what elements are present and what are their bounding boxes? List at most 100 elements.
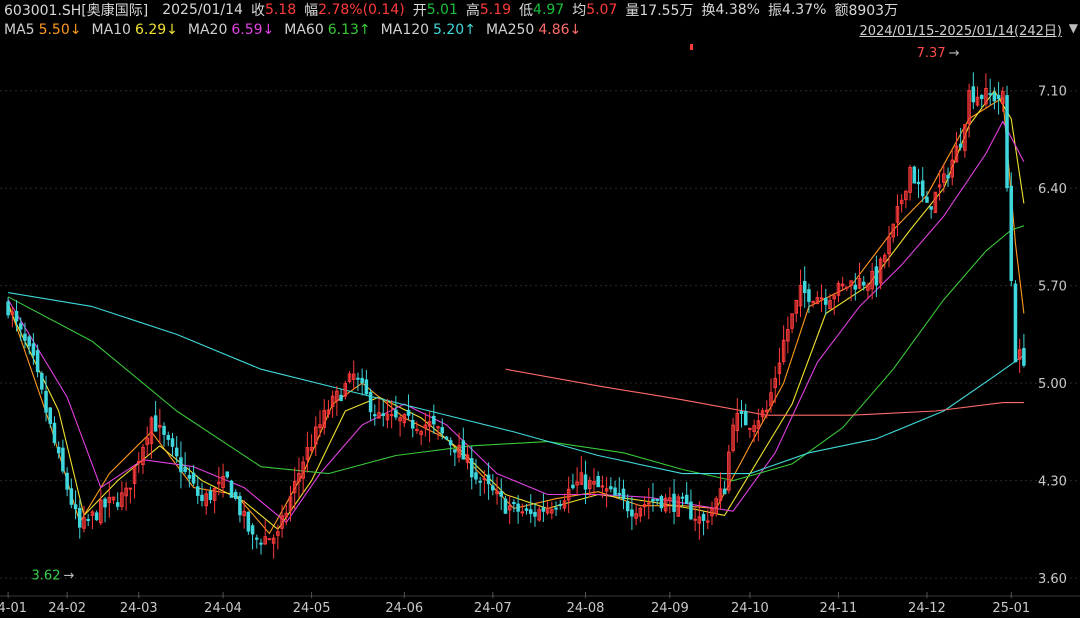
stock-code[interactable]: 603001.SH[奥康国际] bbox=[4, 0, 148, 20]
date-range-selector[interactable]: 2024/01/15-2025/01/14(242日) bbox=[859, 20, 1062, 39]
candle-down bbox=[453, 449, 457, 453]
candle-down bbox=[56, 446, 61, 454]
ma-value: 5.20↑ bbox=[433, 22, 476, 38]
candle-down bbox=[69, 488, 74, 505]
candle-down bbox=[166, 435, 171, 440]
candle-down bbox=[373, 414, 377, 417]
candle-down bbox=[596, 476, 600, 488]
ma-legend-ma120: MA120 5.20↑ bbox=[381, 22, 476, 38]
candle-down bbox=[170, 438, 175, 447]
candle-up bbox=[137, 460, 141, 463]
candle-up bbox=[647, 502, 651, 505]
extreme-label: 7.37 bbox=[917, 46, 946, 61]
candle-down bbox=[225, 471, 230, 478]
candle-down bbox=[946, 174, 950, 179]
candle-down bbox=[988, 93, 992, 96]
candle-down bbox=[208, 490, 213, 500]
candle-down bbox=[701, 513, 706, 521]
ma-legend-ma5: MA5 5.50↓ bbox=[4, 22, 81, 38]
candle-down bbox=[461, 440, 466, 460]
candle-down bbox=[229, 480, 234, 498]
candle-up bbox=[436, 426, 440, 429]
ma-value: 6.13↑ bbox=[327, 22, 371, 38]
x-tick-label: 24-04 bbox=[204, 601, 242, 616]
candle-down bbox=[512, 502, 516, 505]
high-label: 高 bbox=[465, 3, 480, 19]
amp-label: 幅 bbox=[304, 3, 319, 19]
candle-down bbox=[364, 379, 369, 395]
candle-down bbox=[259, 542, 263, 545]
candle-down bbox=[533, 511, 537, 517]
candle-down bbox=[916, 181, 921, 185]
low-label: 低 bbox=[519, 3, 534, 19]
candle-down bbox=[659, 496, 664, 509]
candle-down bbox=[920, 180, 925, 197]
candle-down bbox=[996, 95, 1001, 100]
candle-down bbox=[503, 498, 508, 514]
open-label: 开 bbox=[412, 3, 427, 19]
candle-down bbox=[853, 284, 858, 290]
candle-down bbox=[558, 504, 563, 507]
candle-down bbox=[40, 372, 44, 390]
ma-line-ma20 bbox=[7, 120, 1025, 523]
candle-down bbox=[14, 311, 19, 322]
candle-down bbox=[162, 425, 166, 435]
y-tick-label: 6.40 bbox=[1038, 182, 1067, 197]
candle-down bbox=[992, 92, 997, 102]
ma-line-ma5 bbox=[7, 97, 1025, 535]
quote-header: 603001.SH[奥康国际] 2025/01/14 收 5.18 幅 2.78… bbox=[4, 0, 898, 20]
candle-down bbox=[444, 436, 449, 440]
candle-down bbox=[979, 94, 984, 100]
swing-label: 振 bbox=[767, 3, 782, 19]
candle-down bbox=[680, 496, 685, 499]
candle-down bbox=[1013, 283, 1018, 363]
y-tick-label: 5.70 bbox=[1038, 280, 1067, 295]
candle-down bbox=[469, 458, 474, 478]
extreme-arrow: → bbox=[64, 568, 75, 583]
candle-down bbox=[86, 518, 90, 521]
candle-down bbox=[191, 472, 196, 484]
high-value: 5.19 bbox=[479, 2, 512, 18]
candle-down bbox=[516, 503, 520, 512]
ma-legend-ma60: MA60 6.13↑ bbox=[284, 22, 370, 38]
candle-down bbox=[524, 508, 529, 511]
low-value: 4.97 bbox=[533, 2, 565, 18]
candle-down bbox=[103, 498, 107, 508]
candle-down bbox=[609, 486, 613, 490]
candle-down bbox=[486, 474, 491, 485]
candle-down bbox=[61, 447, 65, 472]
candlestick-chart[interactable]: 7.37→3.62→ 3.604.305.005.706.407.10 24-0… bbox=[0, 40, 1080, 618]
x-tick-label: 24-02 bbox=[48, 601, 86, 616]
dropdown-triangle-icon[interactable]: ▼ bbox=[1069, 21, 1078, 35]
ma-name: MA5 bbox=[4, 22, 35, 38]
candles bbox=[6, 72, 1026, 559]
candle-down bbox=[722, 488, 727, 495]
candle-down bbox=[52, 422, 57, 443]
candle-down bbox=[802, 280, 807, 294]
candle-down bbox=[410, 419, 415, 429]
candle-down bbox=[958, 143, 963, 148]
candle-down bbox=[368, 391, 373, 413]
candle-down bbox=[528, 509, 533, 515]
candle-up bbox=[693, 518, 697, 521]
candle-down bbox=[824, 297, 828, 305]
candle-down bbox=[250, 525, 255, 535]
chart-annotations: 7.37 →3.62 → bbox=[32, 44, 960, 583]
candle-up bbox=[845, 286, 849, 289]
ma-name: MA60 bbox=[284, 22, 324, 38]
candle-up bbox=[600, 485, 605, 488]
x-tick-label: 24-09 bbox=[651, 601, 689, 616]
y-tick-label: 3.60 bbox=[1038, 572, 1067, 587]
swing-value: 4.37% bbox=[781, 2, 827, 18]
y-tick-label: 5.00 bbox=[1038, 377, 1067, 392]
candle-down bbox=[912, 166, 917, 184]
candle-down bbox=[381, 413, 385, 416]
candle-down bbox=[672, 493, 676, 512]
candle-down bbox=[179, 457, 183, 473]
candle-down bbox=[356, 377, 360, 380]
candle-down bbox=[491, 485, 495, 491]
ma-legend-ma20: MA20 6.59↓ bbox=[188, 22, 274, 38]
candle-down bbox=[874, 266, 879, 286]
candle-down bbox=[655, 499, 659, 502]
candle-down bbox=[187, 474, 192, 479]
